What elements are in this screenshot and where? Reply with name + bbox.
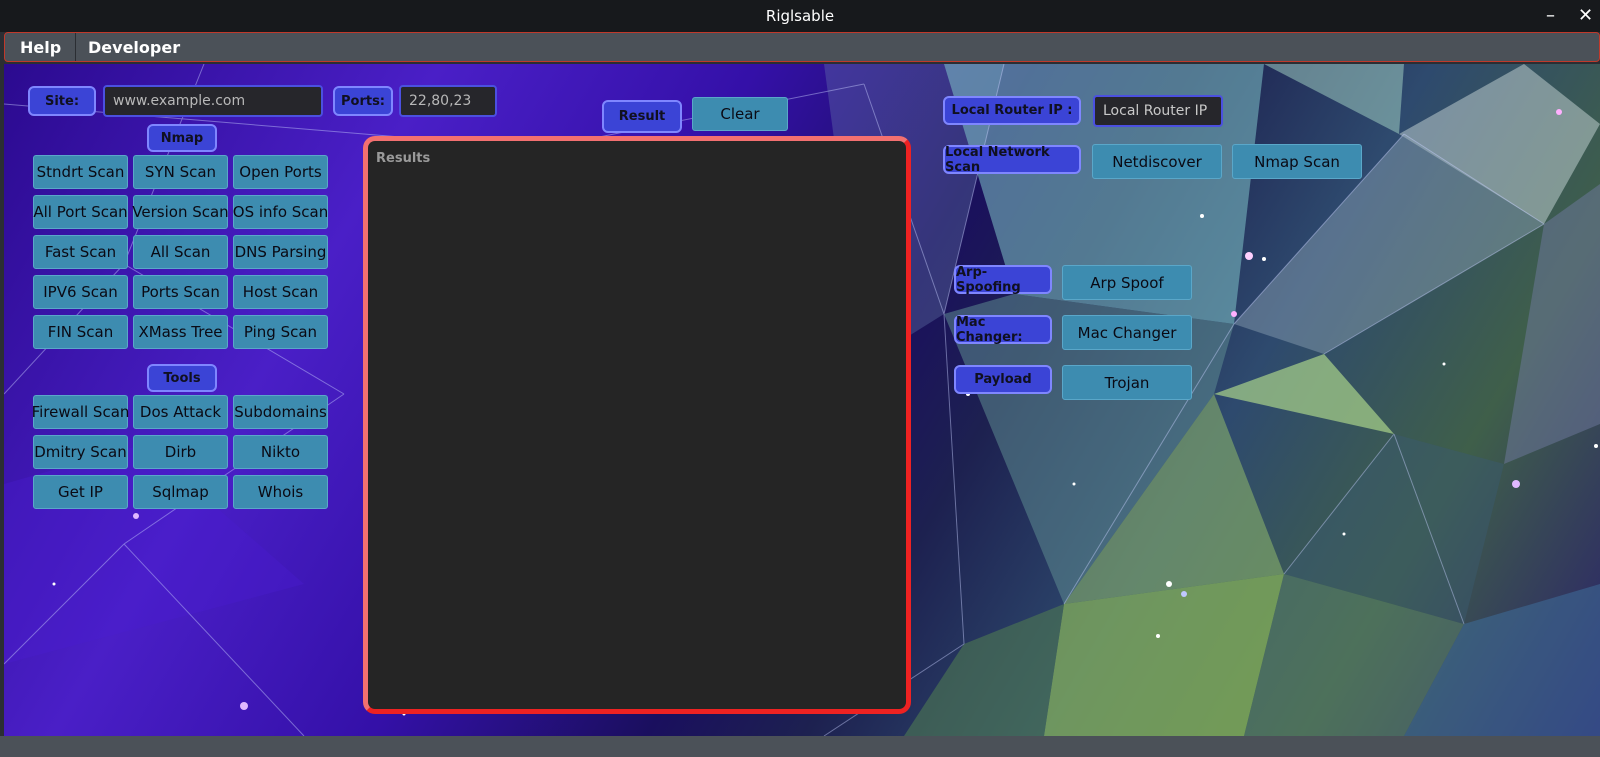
- arp-spoofing-label: Arp-Spoofing: [954, 265, 1052, 295]
- tools-button[interactable]: Nikto: [233, 435, 328, 469]
- nmap-button[interactable]: All Scan: [133, 235, 228, 269]
- results-title: Results: [376, 151, 431, 166]
- site-label: Site:: [28, 86, 96, 116]
- nmap-button[interactable]: OS info Scan: [233, 195, 328, 229]
- payload-label: Payload: [954, 365, 1052, 394]
- nmap-button[interactable]: Ports Scan: [133, 275, 228, 309]
- tools-button[interactable]: Dirb: [133, 435, 228, 469]
- tools-button[interactable]: Dos Attack: [133, 395, 228, 429]
- window-titlebar: Riglsable – ✕: [0, 0, 1600, 32]
- tools-button[interactable]: Dmitry Scan: [33, 435, 128, 469]
- ports-label: Ports:: [333, 86, 393, 116]
- nmap-button[interactable]: Ping Scan: [233, 315, 328, 349]
- menu-bar: Help Developer: [4, 32, 1600, 62]
- netdiscover-button[interactable]: Netdiscover: [1092, 144, 1222, 179]
- nmap-button[interactable]: XMass Tree: [133, 315, 228, 349]
- tools-button[interactable]: Whois: [233, 475, 328, 509]
- router-ip-label: Local Router IP :: [943, 96, 1081, 125]
- nmap-button[interactable]: Fast Scan: [33, 235, 128, 269]
- nmap-button[interactable]: DNS Parsing: [233, 235, 328, 269]
- network-scan-label: Local Network Scan: [943, 145, 1081, 175]
- nmap-scan-button[interactable]: Nmap Scan: [1232, 144, 1362, 179]
- tools-button[interactable]: Get IP: [33, 475, 128, 509]
- tools-button[interactable]: Subdomains: [233, 395, 328, 429]
- close-icon[interactable]: ✕: [1578, 5, 1593, 26]
- menu-developer[interactable]: Developer: [88, 38, 180, 57]
- clear-button[interactable]: Clear: [692, 97, 788, 131]
- nmap-button[interactable]: Version Scan: [132, 195, 229, 229]
- trojan-button[interactable]: Trojan: [1062, 365, 1192, 400]
- result-label: Result: [602, 100, 682, 133]
- window-title: Riglsable: [765, 7, 835, 25]
- nmap-button[interactable]: IPV6 Scan: [33, 275, 128, 309]
- site-input[interactable]: www.example.com: [103, 85, 323, 117]
- nmap-button[interactable]: All Port Scan: [33, 195, 128, 229]
- mac-changer-button[interactable]: Mac Changer: [1062, 315, 1192, 350]
- nmap-button[interactable]: Open Ports: [233, 155, 328, 189]
- mac-changer-label: Mac Changer:: [954, 315, 1052, 345]
- ports-input[interactable]: 22,80,23: [399, 85, 497, 117]
- tools-header: Tools: [147, 364, 217, 392]
- nmap-button[interactable]: Stndrt Scan: [33, 155, 128, 189]
- nmap-button[interactable]: Host Scan: [233, 275, 328, 309]
- nmap-button[interactable]: FIN Scan: [33, 315, 128, 349]
- minimize-icon[interactable]: –: [1546, 5, 1555, 26]
- results-panel[interactable]: Results: [363, 136, 911, 714]
- arp-spoof-button[interactable]: Arp Spoof: [1062, 265, 1192, 300]
- status-bar: [0, 736, 1600, 757]
- tools-button[interactable]: Sqlmap: [133, 475, 228, 509]
- nmap-header: Nmap: [147, 124, 217, 152]
- menu-help[interactable]: Help: [20, 38, 61, 57]
- router-ip-input[interactable]: Local Router IP: [1093, 95, 1223, 127]
- tools-button[interactable]: Firewall Scan: [32, 395, 129, 429]
- nmap-button[interactable]: SYN Scan: [133, 155, 228, 189]
- menu-separator: [75, 33, 76, 61]
